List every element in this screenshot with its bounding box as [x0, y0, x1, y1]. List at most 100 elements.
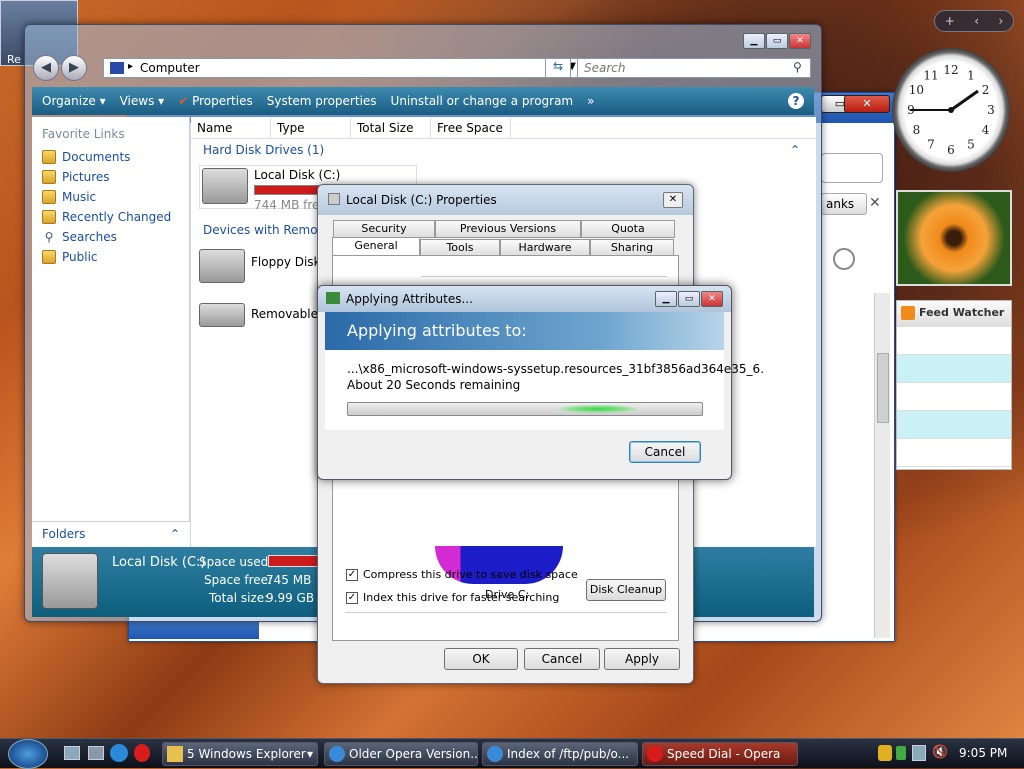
close-icon[interactable]: ✕ — [663, 192, 683, 208]
hard-drive-icon — [202, 168, 248, 204]
taskbar-item-speed-dial[interactable]: Speed Dial - Opera — [642, 742, 798, 766]
views-button[interactable]: Views ▾ — [120, 94, 165, 108]
opera-close-button[interactable]: ✕ — [844, 95, 890, 113]
checkmark-icon: ✔ — [178, 94, 189, 108]
checkbox-checked-icon[interactable]: ✓ — [346, 591, 358, 604]
collapse-icon[interactable]: ⌃ — [790, 143, 800, 157]
search-icon[interactable] — [833, 248, 855, 270]
internet-explorer-icon[interactable] — [110, 744, 128, 762]
clock-time[interactable]: 9:05 PM — [959, 746, 1007, 760]
floppy-label: Floppy Disk — [251, 255, 321, 269]
clock-hour-hand — [950, 89, 979, 112]
search-input[interactable]: Search — [577, 58, 811, 78]
properties-button[interactable]: ✔ Properties — [178, 94, 253, 108]
chevron-left-icon[interactable]: ‹ — [974, 14, 979, 28]
minimize-button[interactable]: ▁ — [655, 291, 677, 307]
clock-face: 121234567891011 — [907, 63, 995, 157]
search-icon[interactable]: ⚲ — [793, 60, 802, 74]
ok-button[interactable]: OK — [444, 648, 518, 670]
favorite-link-searches[interactable]: ⚲ Searches — [32, 227, 189, 247]
more-commands-button[interactable]: » — [587, 94, 594, 108]
feed-row[interactable] — [897, 439, 1011, 467]
divider — [421, 276, 667, 277]
minimize-button[interactable]: ▁ — [743, 33, 765, 49]
maximize-button[interactable]: ▭ — [678, 291, 700, 307]
cancel-button[interactable]: Cancel — [524, 648, 600, 670]
floppy-drive-item[interactable]: Floppy Disk — [199, 249, 321, 283]
progress-icon — [326, 292, 340, 304]
properties-titlebar[interactable]: Local Disk (C:) Properties ✕ — [318, 185, 693, 215]
applying-attributes-dialog[interactable]: Applying Attributes... ▁ ▭ ✕ Applying at… — [317, 285, 764, 480]
close-button[interactable]: ✕ — [789, 33, 811, 49]
address-row: ◀ ▶ ▸ Computer ▼ ⇆ Search ⚲ — [33, 55, 813, 81]
add-gadget-button[interactable]: + — [945, 14, 955, 28]
address-bar[interactable]: ▸ Computer ▼ — [103, 58, 583, 78]
feed-row[interactable] — [897, 355, 1011, 383]
applying-path: ...\x86_microsoft-windows-syssetup.resou… — [347, 362, 765, 376]
favorite-link-pictures[interactable]: Pictures — [32, 167, 189, 187]
close-icon[interactable]: ✕ — [869, 195, 881, 211]
maximize-button[interactable]: ▭ — [766, 33, 788, 49]
tab-general[interactable]: General — [332, 237, 420, 257]
shield-icon[interactable] — [878, 745, 892, 761]
start-button[interactable] — [8, 739, 48, 769]
navigation-pane: Favorite Links Documents Pictures Music … — [32, 117, 190, 547]
column-name[interactable]: Name — [191, 117, 271, 138]
favorite-link-documents[interactable]: Documents — [32, 147, 189, 167]
organize-button[interactable]: Organize ▾ — [42, 94, 106, 108]
command-bar: Organize ▾ Views ▾ ✔ Properties System p… — [32, 87, 814, 115]
taskbar-item-explorer[interactable]: 5 Windows Explorer ▾ — [162, 742, 318, 766]
column-type[interactable]: Type — [271, 117, 351, 138]
compress-checkbox[interactable]: ✓ Compress this drive to save disk space — [346, 568, 578, 581]
applying-cancel-button[interactable]: Cancel — [629, 441, 701, 463]
slideshow-gadget[interactable] — [896, 190, 1012, 286]
taskbar-item-ftp-index[interactable]: Index of /ftp/pub/o... — [482, 742, 638, 766]
checkbox-checked-icon[interactable]: ✓ — [346, 568, 358, 581]
feed-watcher-gadget[interactable]: Feed Watcher — [896, 300, 1012, 470]
tray-app-icon[interactable] — [896, 746, 906, 760]
refresh-icon[interactable]: ⇆ — [545, 58, 571, 78]
applying-titlebar[interactable]: Applying Attributes... ▁ ▭ ✕ — [318, 286, 731, 312]
help-icon[interactable]: ? — [788, 93, 804, 109]
feed-row[interactable] — [897, 383, 1011, 411]
back-button[interactable]: ◀ — [33, 55, 59, 81]
feed-row[interactable] — [897, 411, 1011, 439]
removable-drive-item[interactable]: Removable I — [199, 303, 325, 327]
drive-small-icon — [328, 193, 340, 205]
volume-muted-icon[interactable]: 🔇 — [932, 745, 948, 760]
folders-toggle[interactable]: Folders ⌃ — [32, 521, 190, 547]
clock-gadget[interactable]: 121234567891011 — [892, 48, 1010, 172]
tab-quota[interactable]: Quota — [581, 220, 675, 238]
switch-windows-icon[interactable] — [88, 746, 104, 760]
opera-thanks-button[interactable]: anks — [821, 193, 867, 215]
index-checkbox[interactable]: ✓ Index this drive for faster searching — [346, 591, 559, 604]
tab-security[interactable]: Security — [333, 220, 435, 238]
folder-icon — [42, 170, 56, 184]
opera-scrollbar[interactable] — [874, 293, 890, 638]
system-tray: 🔇 9:05 PM — [844, 739, 1024, 769]
network-icon[interactable] — [912, 745, 926, 761]
taskbar-item-opera-old[interactable]: Older Opera Version... — [324, 742, 478, 766]
clock-numeral: 8 — [913, 123, 921, 137]
forward-button[interactable]: ▶ — [61, 55, 87, 81]
column-free-space[interactable]: Free Space — [431, 117, 511, 138]
system-properties-button[interactable]: System properties — [267, 94, 377, 108]
close-button[interactable]: ✕ — [701, 291, 723, 307]
show-desktop-icon[interactable] — [64, 746, 80, 760]
column-total-size[interactable]: Total Size — [351, 117, 431, 138]
opera-icon[interactable] — [134, 744, 150, 762]
favorite-link-public[interactable]: Public — [32, 247, 189, 267]
clock-numeral: 5 — [967, 138, 975, 152]
favorite-link-recently-changed[interactable]: Recently Changed — [32, 207, 189, 227]
disk-cleanup-button[interactable]: Disk Cleanup — [586, 579, 666, 601]
favorite-link-music[interactable]: Music — [32, 187, 189, 207]
apply-button[interactable]: Apply — [604, 648, 680, 670]
chevron-right-icon[interactable]: › — [998, 14, 1003, 28]
uninstall-button[interactable]: Uninstall or change a program — [391, 94, 574, 108]
group-hard-disk-drives[interactable]: Hard Disk Drives (1) ⌃ — [191, 139, 816, 161]
opera-address-field[interactable] — [821, 153, 883, 183]
tab-previous-versions[interactable]: Previous Versions — [435, 220, 581, 238]
feed-row[interactable] — [897, 327, 1011, 355]
opera-icon — [647, 746, 663, 762]
opera-scrollbar-thumb[interactable] — [877, 353, 889, 423]
